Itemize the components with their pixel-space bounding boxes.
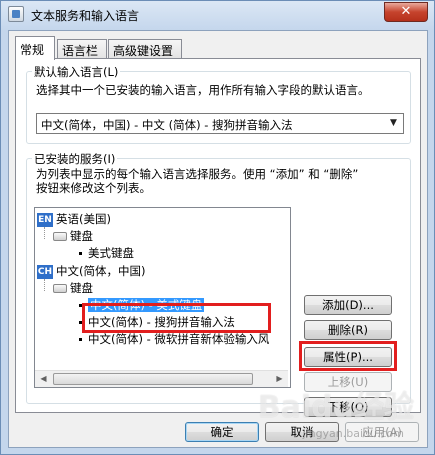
tab-language-bar[interactable]: 语言栏 [57,39,107,59]
move-up-button[interactable]: 上移(U) [304,372,392,392]
close-icon: ✕ [400,4,412,19]
tree-lang-ch-label: 中文(简体，中国) [56,264,146,278]
bullet-icon [79,338,82,341]
default-language-label: 默认输入语言(L) [32,64,121,80]
tab-panel-general: 默认输入语言(L) 选择其中一个已安装的输入语言，用作所有输入字段的默认语言。 … [15,58,421,417]
title-bar[interactable]: 文本服务和输入语言 ✕ [1,1,434,29]
scroll-left-icon[interactable]: ◀ [35,371,52,387]
tree-en-us-keyboard[interactable]: 美式键盘 [79,245,134,261]
tree-connector [44,227,45,239]
add-button[interactable]: 添加(D)... [304,295,392,315]
highlight-box-selection [82,303,271,333]
default-language-select[interactable]: 中文(简体，中国) - 中文 (简体) - 搜狗拼音输入法 ▼ [36,113,404,134]
scroll-thumb[interactable] [53,373,253,385]
tree-connector [44,279,45,291]
window-title: 文本服务和输入语言 [31,9,140,23]
ok-button[interactable]: 确定 [185,422,259,442]
remove-button[interactable]: 删除(R) [304,320,392,340]
language-ch-icon: CH [37,264,53,279]
tree-en-us-keyboard-label: 美式键盘 [88,246,134,260]
tree-ch-keyboard-label: 键盘 [70,281,93,295]
tree-lang-ch[interactable]: CH 中文(简体，中国) [37,263,145,279]
tree-lang-en[interactable]: EN 英语(美国) [37,211,111,227]
dialog-client: 常规 语言栏 高级键设置 默认输入语言(L) 选择其中一个已安装的输入语言，用作… [8,30,428,448]
default-language-value: 中文(简体，中国) - 中文 (简体) - 搜狗拼音输入法 [41,118,293,132]
services-tree[interactable]: EN 英语(美国) 键盘 美式键盘 CH 中文(简体，中国) 键盘 中文(简体) -… [34,207,291,388]
tab-advanced-key-settings[interactable]: 高级键设置 [108,39,182,59]
keyboard-icon [53,284,67,293]
tree-ch-microsoft-pinyin-label: 中文(简体) - 微软拼音新体验输入风 [88,332,270,346]
tree-ch-microsoft-pinyin[interactable]: 中文(简体) - 微软拼音新体验输入风 [79,331,269,347]
installed-services-label: 已安装的服务(I) [32,151,118,167]
move-down-button[interactable]: 下移(O) [304,397,392,417]
tree-ch-keyboard[interactable]: 键盘 [53,280,93,296]
tree-en-keyboard-label: 键盘 [70,229,93,243]
language-en-icon: EN [37,212,53,227]
keyboard-icon [53,232,67,241]
tree-en-keyboard[interactable]: 键盘 [53,228,93,244]
installed-services-description-2: 按钮来修改这个列表。 [36,181,151,195]
bullet-icon [79,252,82,255]
tree-lang-en-label: 英语(美国) [56,212,111,226]
installed-services-description-1: 为列表中显示的每个输入语言选择服务。使用 “添加” 和 “删除” [36,167,359,181]
scroll-right-icon[interactable]: ▶ [271,371,288,387]
tree-horizontal-scrollbar[interactable]: ◀ ▶ [35,370,288,387]
chevron-down-icon[interactable]: ▼ [386,116,401,131]
default-language-description: 选择其中一个已安装的输入语言，用作所有输入字段的默认语言。 [36,83,370,97]
watermark-url: jingyan.baidu.com [302,427,404,440]
app-icon [8,6,24,22]
close-button[interactable]: ✕ [384,2,428,22]
tab-general[interactable]: 常规 [15,36,55,60]
highlight-box-properties [299,341,397,371]
dialog-window: 文本服务和输入语言 ✕ 常规 语言栏 高级键设置 默认输入语言(L) 选择其中一… [0,0,435,455]
